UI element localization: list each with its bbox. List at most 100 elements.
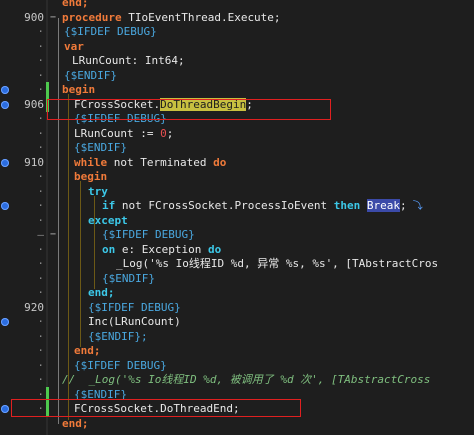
line-number-dot: · bbox=[37, 112, 44, 125]
code-line[interactable]: end; bbox=[88, 285, 115, 300]
code-editor[interactable]: 900 · · · · · 906 · · · 910 · · · · — · · · · 920 · · · · · · · end… bbox=[0, 0, 474, 435]
fold-guide-try bbox=[94, 195, 95, 289]
line-number: 900 bbox=[24, 10, 44, 24]
number-literal: 0 bbox=[160, 126, 167, 140]
keyword-procedure: procedure bbox=[62, 10, 122, 24]
breakpoint-icon[interactable] bbox=[1, 405, 9, 413]
code-comment: // _Log('%s Io线程ID %d, 被调用了 %d 次', [TAbs… bbox=[62, 373, 431, 386]
keyword-on: on bbox=[102, 242, 116, 256]
code-line[interactable]: Inc(LRunCount) bbox=[88, 314, 181, 329]
line-number-dot: · bbox=[37, 373, 44, 386]
line-number-dot: · bbox=[37, 271, 44, 285]
code-line[interactable]: {$IFDEF DEBUG} bbox=[74, 358, 167, 373]
code-line[interactable]: end; bbox=[74, 343, 101, 358]
code-text: LRunCount: Int64; bbox=[72, 54, 185, 67]
code-line[interactable]: try bbox=[88, 184, 108, 199]
line-number-dot: · bbox=[37, 257, 44, 270]
minus-fold-procedure-icon[interactable]: − bbox=[48, 10, 58, 25]
breakpoint-icon[interactable] bbox=[1, 100, 9, 109]
breakpoint-icon[interactable] bbox=[1, 158, 9, 167]
code-line[interactable]: if not FCrossSocket.ProcessIoEvent then … bbox=[102, 198, 423, 213]
compiler-directive: {$IFDEF DEBUG} bbox=[88, 300, 181, 314]
fold-guide-begin bbox=[68, 94, 69, 420]
line-number-dot: · bbox=[37, 242, 44, 256]
keyword-end: end; bbox=[62, 416, 89, 430]
code-line[interactable]: {$ENDIF} bbox=[64, 68, 117, 83]
annotation-box-do-thread-begin bbox=[47, 99, 331, 120]
code-line[interactable]: {$ENDIF} bbox=[74, 140, 127, 155]
code-line[interactable]: LRunCount: Int64; bbox=[72, 53, 185, 68]
code-line[interactable]: {$IFDEF DEBUG} bbox=[102, 227, 195, 242]
line-number-dot: · bbox=[37, 358, 44, 372]
line-number: 906 bbox=[24, 97, 44, 111]
selected-break: Break bbox=[366, 199, 401, 212]
code-line[interactable]: {$IFDEF DEBUG} bbox=[88, 300, 181, 315]
code-line[interactable]: LRunCount := 0; bbox=[74, 126, 173, 141]
code-line[interactable]: // _Log('%s Io线程ID %d, 被调用了 %d 次', [TAbs… bbox=[62, 372, 430, 387]
fold-gutter[interactable] bbox=[48, 0, 58, 435]
code-text: not FCrossSocket.ProcessIoEvent bbox=[115, 199, 334, 212]
compiler-directive: {$IFDEF DEBUG} bbox=[102, 228, 195, 241]
code-line[interactable]: begin bbox=[62, 82, 95, 97]
keyword: begin bbox=[74, 170, 108, 183]
compiler-directive: {$ENDIF} bbox=[64, 68, 117, 82]
breakpoint-icon[interactable] bbox=[1, 86, 9, 94]
line-number-dot: · bbox=[37, 184, 44, 198]
code-line[interactable]: {$ENDIF} bbox=[102, 271, 155, 286]
keyword-while: while bbox=[74, 155, 108, 169]
line-number-dot: · bbox=[37, 54, 44, 67]
line-number-dash: — bbox=[37, 228, 44, 241]
compiler-directive: {$IFDEF DEBUG} bbox=[74, 358, 167, 372]
compiler-directive: {$ENDIF} bbox=[102, 271, 155, 285]
code-line[interactable]: on e: Exception do bbox=[102, 242, 221, 257]
code-text: LRunCount := bbox=[74, 126, 161, 140]
code-line[interactable]: procedure TIoEventThread.Execute; bbox=[62, 10, 281, 25]
breakpoint-icon[interactable] bbox=[1, 318, 9, 326]
minus-fold-except-icon[interactable]: − bbox=[48, 227, 58, 242]
code-text: e: Exception bbox=[115, 242, 208, 256]
code-line[interactable]: begin bbox=[74, 169, 107, 184]
keyword-do: do bbox=[207, 242, 222, 256]
code-line[interactable]: end; bbox=[62, 416, 89, 431]
keyword: var bbox=[64, 39, 84, 53]
line-number-dot: · bbox=[37, 68, 44, 82]
line-number-dot: · bbox=[37, 315, 44, 328]
fold-guide-procedure bbox=[58, 17, 59, 424]
line-number-dot: · bbox=[37, 213, 44, 227]
code-area[interactable]: end; procedure TIoEventThread.Execute; {$I… bbox=[58, 0, 474, 435]
code-line[interactable]: while not Terminated do bbox=[74, 155, 226, 170]
line-number-dot: · bbox=[37, 83, 44, 96]
line-number-dot: · bbox=[37, 286, 44, 299]
modified-line-marker bbox=[46, 82, 49, 97]
line-number-dot: · bbox=[37, 25, 44, 38]
line-number: 920 bbox=[24, 300, 44, 314]
code-line[interactable]: end; bbox=[62, 0, 89, 10]
code-line[interactable]: _Log('%s Io线程ID %d, 异常 %s, %s', [TAbstra… bbox=[116, 256, 438, 271]
breakpoint-icon[interactable] bbox=[1, 202, 9, 210]
fold-guide-while-begin bbox=[80, 181, 81, 347]
line-number-dot: · bbox=[37, 170, 44, 183]
code-text: Inc(LRunCount) bbox=[88, 315, 181, 328]
jump-arrow-icon: ⤵ bbox=[406, 201, 423, 212]
keyword-try-except: try bbox=[88, 184, 108, 198]
procedure-name: TIoEventThread.Execute; bbox=[121, 10, 281, 24]
code-line[interactable]: {$ENDIF}; bbox=[88, 329, 148, 344]
compiler-directive: {$ENDIF} bbox=[74, 141, 127, 154]
line-number-dot: · bbox=[37, 141, 44, 154]
line-number-dot: · bbox=[37, 344, 44, 357]
code-line[interactable]: {$IFDEF DEBUG} bbox=[64, 24, 157, 39]
keyword-try-except: end; bbox=[88, 286, 115, 299]
code-line[interactable]: var bbox=[64, 39, 84, 54]
line-number-dot: · bbox=[37, 199, 44, 212]
keyword-do: do bbox=[213, 155, 227, 169]
breakpoint-gutter[interactable] bbox=[0, 0, 10, 435]
line-number-dot: · bbox=[37, 329, 44, 343]
line-number-dot: · bbox=[37, 126, 44, 140]
compiler-directive: {$ENDIF}; bbox=[88, 329, 148, 343]
keyword-end: end; bbox=[62, 0, 89, 9]
keyword: end; bbox=[74, 344, 101, 357]
line-number-dot: · bbox=[37, 39, 44, 53]
keyword: begin bbox=[62, 83, 96, 96]
log-call: _Log('%s Io线程ID %d, 异常 %s, %s', [TAbstra… bbox=[116, 257, 439, 270]
